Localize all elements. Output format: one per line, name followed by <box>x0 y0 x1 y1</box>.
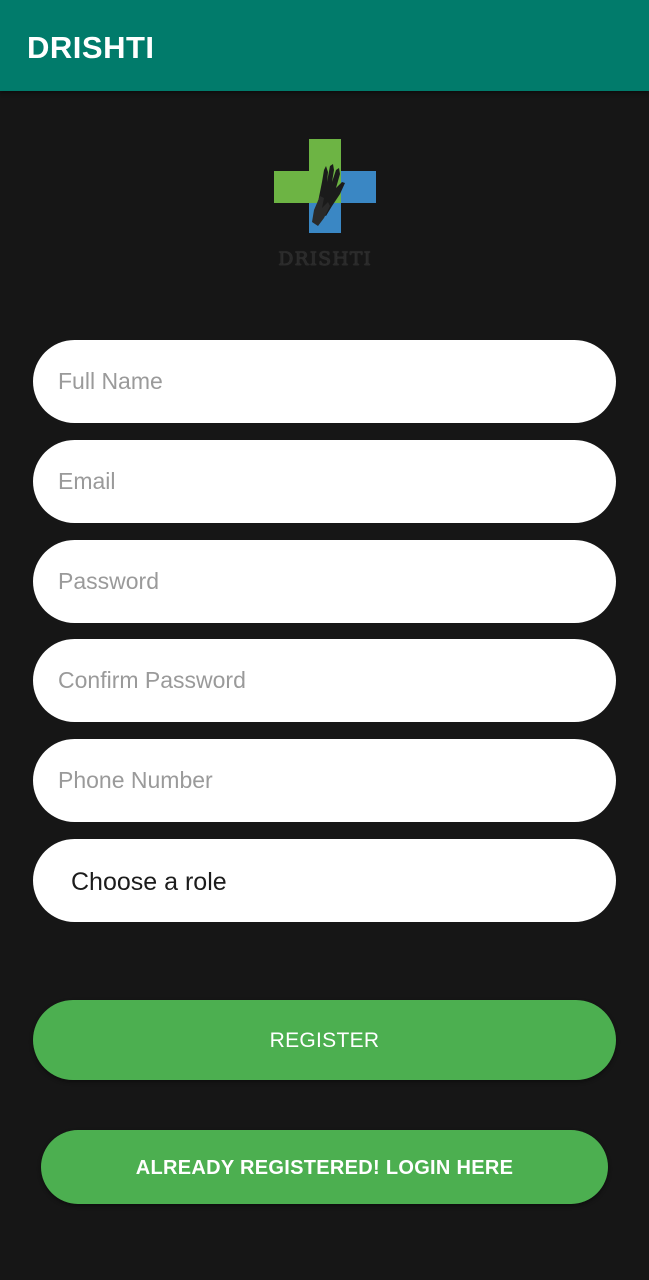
email-field[interactable] <box>33 440 616 523</box>
register-button[interactable]: REGISTER <box>33 1000 616 1080</box>
logo-text: DRISHTI <box>278 248 372 270</box>
app-logo: DRISHTI <box>268 136 382 276</box>
app-bar: DRISHTI <box>0 0 649 91</box>
app-title: DRISHTI <box>27 30 155 65</box>
phone-number-field[interactable] <box>33 739 616 822</box>
full-name-input[interactable] <box>58 340 588 423</box>
login-here-button[interactable]: ALREADY REGISTERED! LOGIN HERE <box>41 1130 608 1204</box>
role-select[interactable]: Choose a role <box>33 839 616 922</box>
confirm-password-field[interactable] <box>33 639 616 722</box>
confirm-password-input[interactable] <box>58 639 588 722</box>
email-input[interactable] <box>58 440 588 523</box>
phone-number-input[interactable] <box>58 739 588 822</box>
full-name-field[interactable] <box>33 340 616 423</box>
medical-cross-hand-icon <box>274 139 376 233</box>
password-input[interactable] <box>58 540 588 623</box>
role-select-value: Choose a role <box>71 868 227 896</box>
password-field[interactable] <box>33 540 616 623</box>
